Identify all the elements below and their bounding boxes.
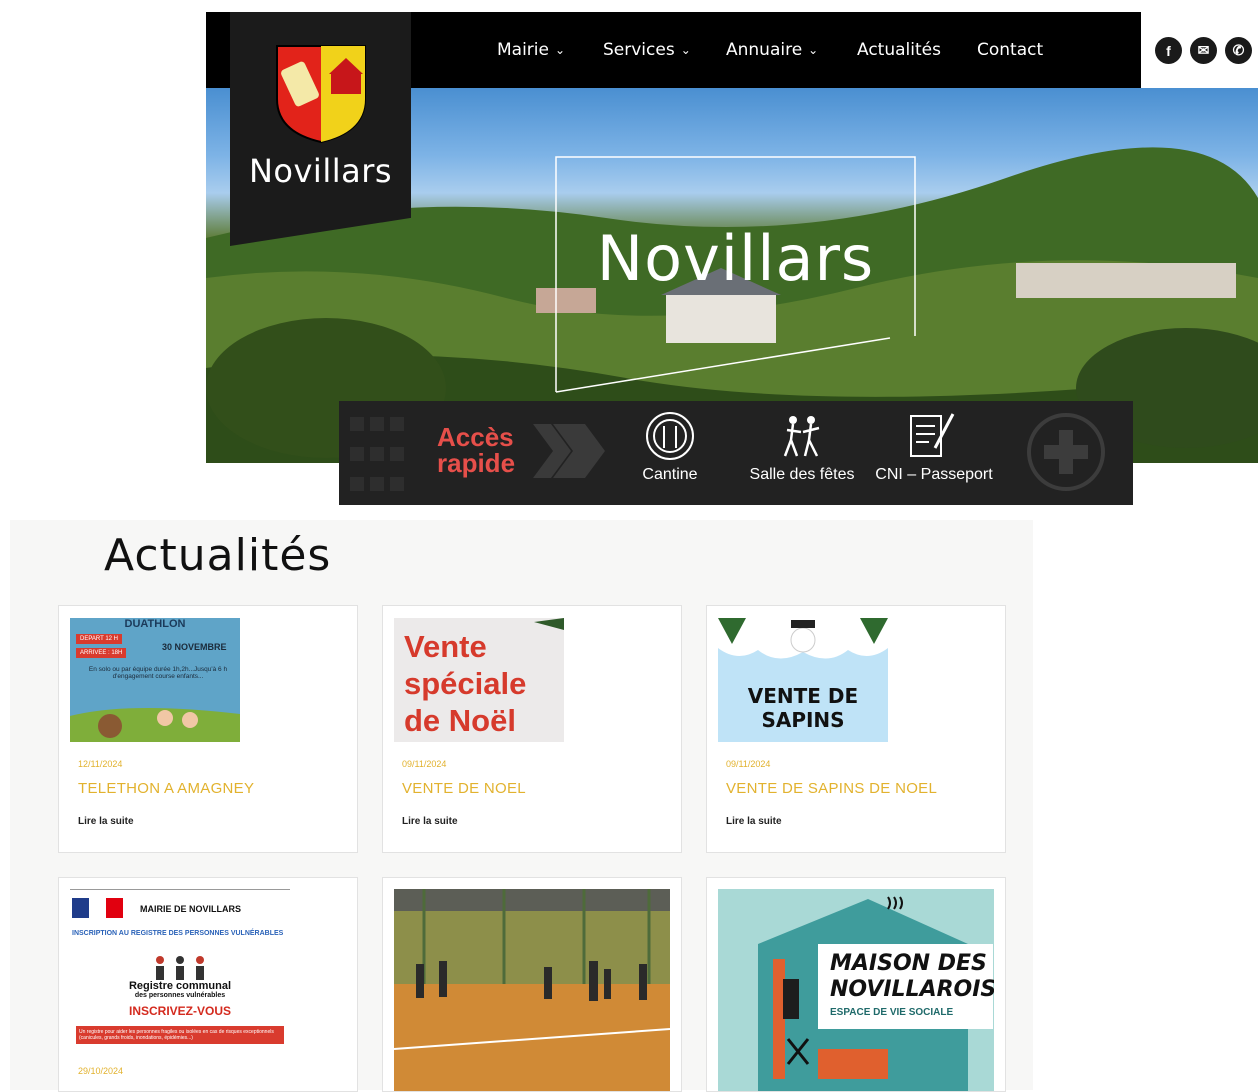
plus-circle-icon[interactable] (1026, 412, 1106, 492)
news-card-image[interactable]: VENTE DE SAPINS (718, 618, 888, 742)
gym-photo (394, 889, 670, 1091)
read-more-link[interactable]: Lire la suite (78, 816, 134, 827)
marianne-logo (72, 898, 123, 918)
news-title: Actualités (104, 530, 332, 581)
news-card-image[interactable] (394, 889, 670, 1091)
chevron-down-icon: ⌄ (554, 43, 566, 57)
news-card-image[interactable]: MAISON DES NOVILLAROIS ESPACE DE VIE SOCI… (718, 889, 994, 1091)
mail-icon[interactable]: ✉ (1190, 37, 1217, 64)
news-card-date: 09/11/2024 (402, 759, 447, 769)
news-card[interactable]: Vente spéciale de Noël 09/11/2024 VENTE DE… (382, 605, 682, 853)
nav-annuaire[interactable]: Annuaire ⌄ (726, 40, 818, 60)
news-card[interactable]: DUATHLON DEPART 12 H ARRIVEE : 18H 30 NO… (58, 605, 358, 853)
news-card-date: 09/11/2024 (726, 759, 771, 769)
quick-item-salle[interactable] (775, 410, 827, 462)
nav-services[interactable]: Services ⌄ (603, 40, 691, 60)
site-name: Novillars (248, 152, 393, 190)
nav-mairie[interactable]: Mairie ⌄ (497, 40, 565, 60)
quick-item-label[interactable]: Salle des fêtes (742, 466, 862, 484)
coat-of-arms-icon (276, 45, 366, 144)
news-card-image[interactable]: DUATHLON DEPART 12 H ARRIVEE : 18H 30 NO… (70, 618, 240, 742)
chevron-down-icon: ⌄ (808, 43, 819, 57)
news-card[interactable]: MAISON DES NOVILLAROIS ESPACE DE VIE SOCI… (706, 877, 1006, 1092)
read-more-link[interactable]: Lire la suite (402, 816, 458, 827)
news-card-image[interactable]: Vente spéciale de Noël (394, 618, 564, 742)
quick-item-label[interactable]: Cantine (620, 466, 720, 484)
news-card[interactable]: MAIRIE DE NOVILLARS INSCRIPTION AU REGIS… (58, 877, 358, 1092)
quick-access-label: Accès rapide (437, 422, 516, 478)
cutlery-icon (646, 412, 694, 460)
news-card-image[interactable]: MAIRIE DE NOVILLARS INSCRIPTION AU REGIS… (70, 889, 290, 1050)
facebook-icon[interactable]: f (1155, 37, 1182, 64)
quick-item-cni[interactable] (905, 410, 961, 462)
document-pen-icon (910, 413, 955, 457)
news-card-date: 12/11/2024 (78, 759, 123, 769)
chevron-down-icon: ⌄ (680, 43, 691, 57)
dancing-icon (783, 416, 820, 457)
nav-actualites[interactable]: Actualités (857, 40, 941, 60)
news-card[interactable]: VENTE DE SAPINS 09/11/2024 VENTE DE SAPIN… (706, 605, 1006, 853)
news-card[interactable] (382, 877, 682, 1092)
hero-title: Novillars (596, 222, 875, 295)
read-more-link[interactable]: Lire la suite (726, 816, 782, 827)
phone-icon[interactable]: ✆ (1225, 37, 1252, 64)
news-card-title[interactable]: TELETHON A AMAGNEY (78, 780, 254, 797)
news-card-date: 29/10/2024 (78, 1066, 124, 1076)
nav-contact[interactable]: Contact (977, 40, 1043, 60)
news-card-title[interactable]: VENTE DE SAPINS DE NOEL (726, 780, 937, 797)
quick-item-label[interactable]: CNI – Passeport (868, 466, 1000, 484)
news-card-title[interactable]: VENTE DE NOEL (402, 780, 526, 797)
chevrons-right-icon (533, 424, 605, 478)
